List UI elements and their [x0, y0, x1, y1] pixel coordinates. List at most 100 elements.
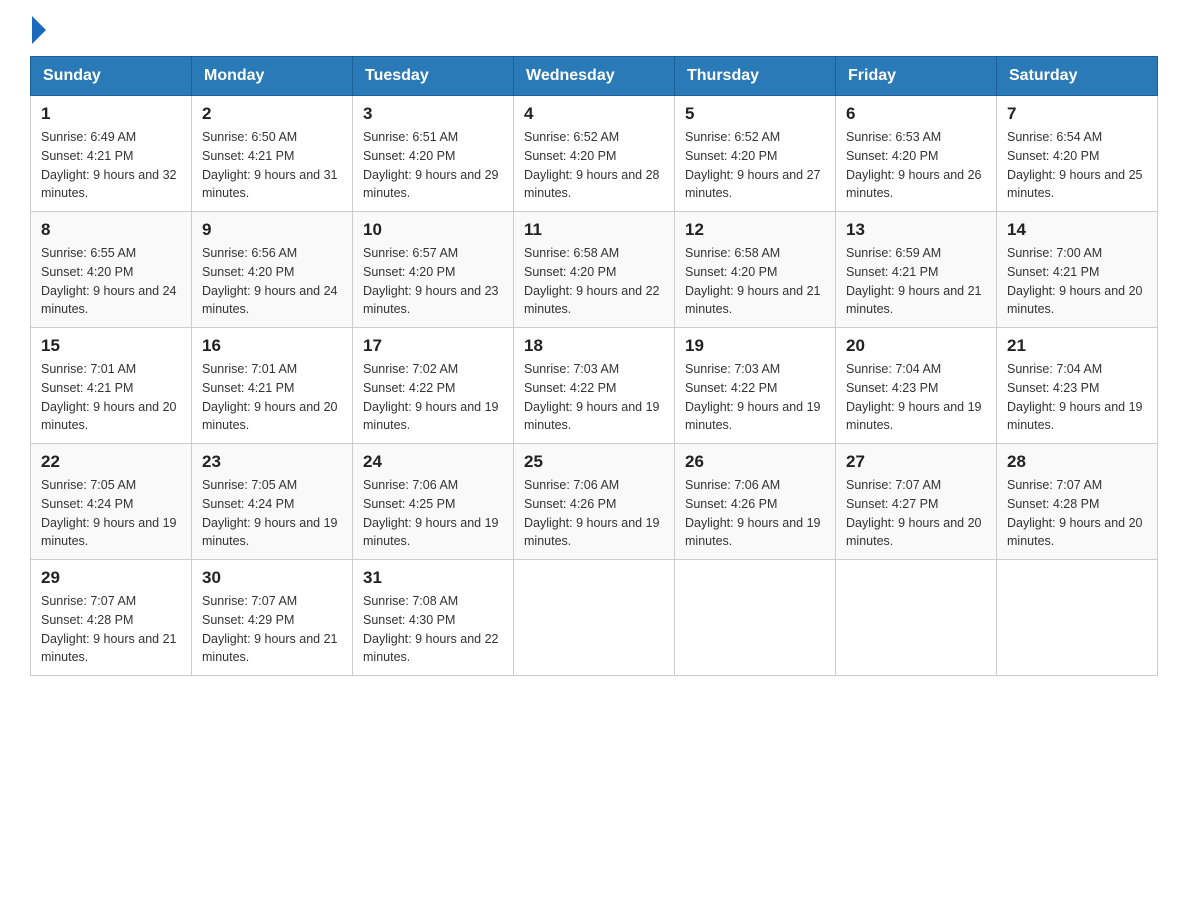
day-number: 15: [41, 336, 181, 356]
day-number: 22: [41, 452, 181, 472]
day-info: Sunrise: 6:58 AMSunset: 4:20 PMDaylight:…: [685, 244, 825, 319]
day-info: Sunrise: 7:00 AMSunset: 4:21 PMDaylight:…: [1007, 244, 1147, 319]
day-info: Sunrise: 7:07 AMSunset: 4:28 PMDaylight:…: [1007, 476, 1147, 551]
page-header: [30, 20, 1158, 38]
day-number: 27: [846, 452, 986, 472]
calendar-cell: 10 Sunrise: 6:57 AMSunset: 4:20 PMDayligh…: [353, 212, 514, 328]
calendar-cell: 9Sunrise: 6:56 AMSunset: 4:20 PMDaylight…: [192, 212, 353, 328]
day-number: 30: [202, 568, 342, 588]
week-row-3: 15 Sunrise: 7:01 AMSunset: 4:21 PMDayligh…: [31, 328, 1158, 444]
header-thursday: Thursday: [675, 57, 836, 96]
calendar-cell: 22 Sunrise: 7:05 AMSunset: 4:24 PMDayligh…: [31, 444, 192, 560]
day-number: 14: [1007, 220, 1147, 240]
day-info: Sunrise: 7:07 AMSunset: 4:28 PMDaylight:…: [41, 592, 181, 667]
calendar-cell: 11 Sunrise: 6:58 AMSunset: 4:20 PMDayligh…: [514, 212, 675, 328]
calendar-cell: 30 Sunrise: 7:07 AMSunset: 4:29 PMDayligh…: [192, 560, 353, 676]
day-number: 20: [846, 336, 986, 356]
header-wednesday: Wednesday: [514, 57, 675, 96]
calendar-cell: 3 Sunrise: 6:51 AMSunset: 4:20 PMDaylight…: [353, 96, 514, 212]
calendar-cell: 16 Sunrise: 7:01 AMSunset: 4:21 PMDayligh…: [192, 328, 353, 444]
week-row-4: 22 Sunrise: 7:05 AMSunset: 4:24 PMDayligh…: [31, 444, 1158, 560]
day-info: Sunrise: 7:01 AMSunset: 4:21 PMDaylight:…: [41, 360, 181, 435]
day-info: Sunrise: 7:05 AMSunset: 4:24 PMDaylight:…: [41, 476, 181, 551]
day-number: 23: [202, 452, 342, 472]
calendar-cell: 8 Sunrise: 6:55 AMSunset: 4:20 PMDaylight…: [31, 212, 192, 328]
day-number: 29: [41, 568, 181, 588]
week-row-2: 8 Sunrise: 6:55 AMSunset: 4:20 PMDaylight…: [31, 212, 1158, 328]
calendar-cell: [675, 560, 836, 676]
day-info: Sunrise: 6:52 AMSunset: 4:20 PMDaylight:…: [524, 128, 664, 203]
day-number: 10: [363, 220, 503, 240]
calendar-cell: 24 Sunrise: 7:06 AMSunset: 4:25 PMDayligh…: [353, 444, 514, 560]
day-number: 25: [524, 452, 664, 472]
day-number: 19: [685, 336, 825, 356]
calendar-cell: 2 Sunrise: 6:50 AMSunset: 4:21 PMDaylight…: [192, 96, 353, 212]
day-info: Sunrise: 7:03 AMSunset: 4:22 PMDaylight:…: [685, 360, 825, 435]
day-info: Sunrise: 7:06 AMSunset: 4:26 PMDaylight:…: [685, 476, 825, 551]
day-info: Sunrise: 7:08 AMSunset: 4:30 PMDaylight:…: [363, 592, 503, 667]
day-info: Sunrise: 6:51 AMSunset: 4:20 PMDaylight:…: [363, 128, 503, 203]
day-number: 1: [41, 104, 181, 124]
day-number: 3: [363, 104, 503, 124]
day-info: Sunrise: 7:07 AMSunset: 4:27 PMDaylight:…: [846, 476, 986, 551]
day-number: 11: [524, 220, 664, 240]
day-info: Sunrise: 6:57 AMSunset: 4:20 PMDaylight:…: [363, 244, 503, 319]
day-number: 5: [685, 104, 825, 124]
day-number: 31: [363, 568, 503, 588]
day-info: Sunrise: 7:04 AMSunset: 4:23 PMDaylight:…: [846, 360, 986, 435]
day-info: Sunrise: 7:01 AMSunset: 4:21 PMDaylight:…: [202, 360, 342, 435]
day-info: Sunrise: 7:06 AMSunset: 4:25 PMDaylight:…: [363, 476, 503, 551]
calendar-cell: 18 Sunrise: 7:03 AMSunset: 4:22 PMDayligh…: [514, 328, 675, 444]
calendar-cell: 21 Sunrise: 7:04 AMSunset: 4:23 PMDayligh…: [997, 328, 1158, 444]
calendar-cell: 25 Sunrise: 7:06 AMSunset: 4:26 PMDayligh…: [514, 444, 675, 560]
day-info: Sunrise: 6:52 AMSunset: 4:20 PMDaylight:…: [685, 128, 825, 203]
day-number: 21: [1007, 336, 1147, 356]
day-number: 12: [685, 220, 825, 240]
day-info: Sunrise: 6:53 AMSunset: 4:20 PMDaylight:…: [846, 128, 986, 203]
calendar-cell: [514, 560, 675, 676]
day-number: 18: [524, 336, 664, 356]
calendar-cell: 19 Sunrise: 7:03 AMSunset: 4:22 PMDayligh…: [675, 328, 836, 444]
day-number: 16: [202, 336, 342, 356]
day-info: Sunrise: 7:06 AMSunset: 4:26 PMDaylight:…: [524, 476, 664, 551]
day-info: Sunrise: 7:02 AMSunset: 4:22 PMDaylight:…: [363, 360, 503, 435]
calendar-cell: 13 Sunrise: 6:59 AMSunset: 4:21 PMDayligh…: [836, 212, 997, 328]
calendar-cell: 12 Sunrise: 6:58 AMSunset: 4:20 PMDayligh…: [675, 212, 836, 328]
day-number: 28: [1007, 452, 1147, 472]
calendar-cell: 1 Sunrise: 6:49 AMSunset: 4:21 PMDaylight…: [31, 96, 192, 212]
day-info: Sunrise: 6:50 AMSunset: 4:21 PMDaylight:…: [202, 128, 342, 203]
day-number: 2: [202, 104, 342, 124]
day-info: Sunrise: 7:05 AMSunset: 4:24 PMDaylight:…: [202, 476, 342, 551]
day-number: 24: [363, 452, 503, 472]
logo: [30, 20, 46, 38]
calendar-cell: 4Sunrise: 6:52 AMSunset: 4:20 PMDaylight…: [514, 96, 675, 212]
header-friday: Friday: [836, 57, 997, 96]
day-number: 6: [846, 104, 986, 124]
calendar-cell: 26 Sunrise: 7:06 AMSunset: 4:26 PMDayligh…: [675, 444, 836, 560]
calendar-cell: 15 Sunrise: 7:01 AMSunset: 4:21 PMDayligh…: [31, 328, 192, 444]
calendar-cell: [836, 560, 997, 676]
calendar-cell: 20 Sunrise: 7:04 AMSunset: 4:23 PMDayligh…: [836, 328, 997, 444]
day-info: Sunrise: 6:58 AMSunset: 4:20 PMDaylight:…: [524, 244, 664, 319]
day-info: Sunrise: 6:49 AMSunset: 4:21 PMDaylight:…: [41, 128, 181, 203]
day-info: Sunrise: 7:04 AMSunset: 4:23 PMDaylight:…: [1007, 360, 1147, 435]
header-sunday: Sunday: [31, 57, 192, 96]
day-number: 26: [685, 452, 825, 472]
calendar-cell: 17 Sunrise: 7:02 AMSunset: 4:22 PMDayligh…: [353, 328, 514, 444]
day-number: 13: [846, 220, 986, 240]
day-info: Sunrise: 6:55 AMSunset: 4:20 PMDaylight:…: [41, 244, 181, 319]
day-number: 17: [363, 336, 503, 356]
header-saturday: Saturday: [997, 57, 1158, 96]
day-number: 7: [1007, 104, 1147, 124]
day-info: Sunrise: 6:59 AMSunset: 4:21 PMDaylight:…: [846, 244, 986, 319]
calendar-cell: 14 Sunrise: 7:00 AMSunset: 4:21 PMDayligh…: [997, 212, 1158, 328]
day-info: Sunrise: 7:07 AMSunset: 4:29 PMDaylight:…: [202, 592, 342, 667]
calendar-cell: 23 Sunrise: 7:05 AMSunset: 4:24 PMDayligh…: [192, 444, 353, 560]
calendar-cell: [997, 560, 1158, 676]
week-row-1: 1 Sunrise: 6:49 AMSunset: 4:21 PMDaylight…: [31, 96, 1158, 212]
calendar-cell: 27 Sunrise: 7:07 AMSunset: 4:27 PMDayligh…: [836, 444, 997, 560]
week-row-5: 29 Sunrise: 7:07 AMSunset: 4:28 PMDayligh…: [31, 560, 1158, 676]
day-number: 8: [41, 220, 181, 240]
day-info: Sunrise: 7:03 AMSunset: 4:22 PMDaylight:…: [524, 360, 664, 435]
calendar-cell: 5 Sunrise: 6:52 AMSunset: 4:20 PMDaylight…: [675, 96, 836, 212]
